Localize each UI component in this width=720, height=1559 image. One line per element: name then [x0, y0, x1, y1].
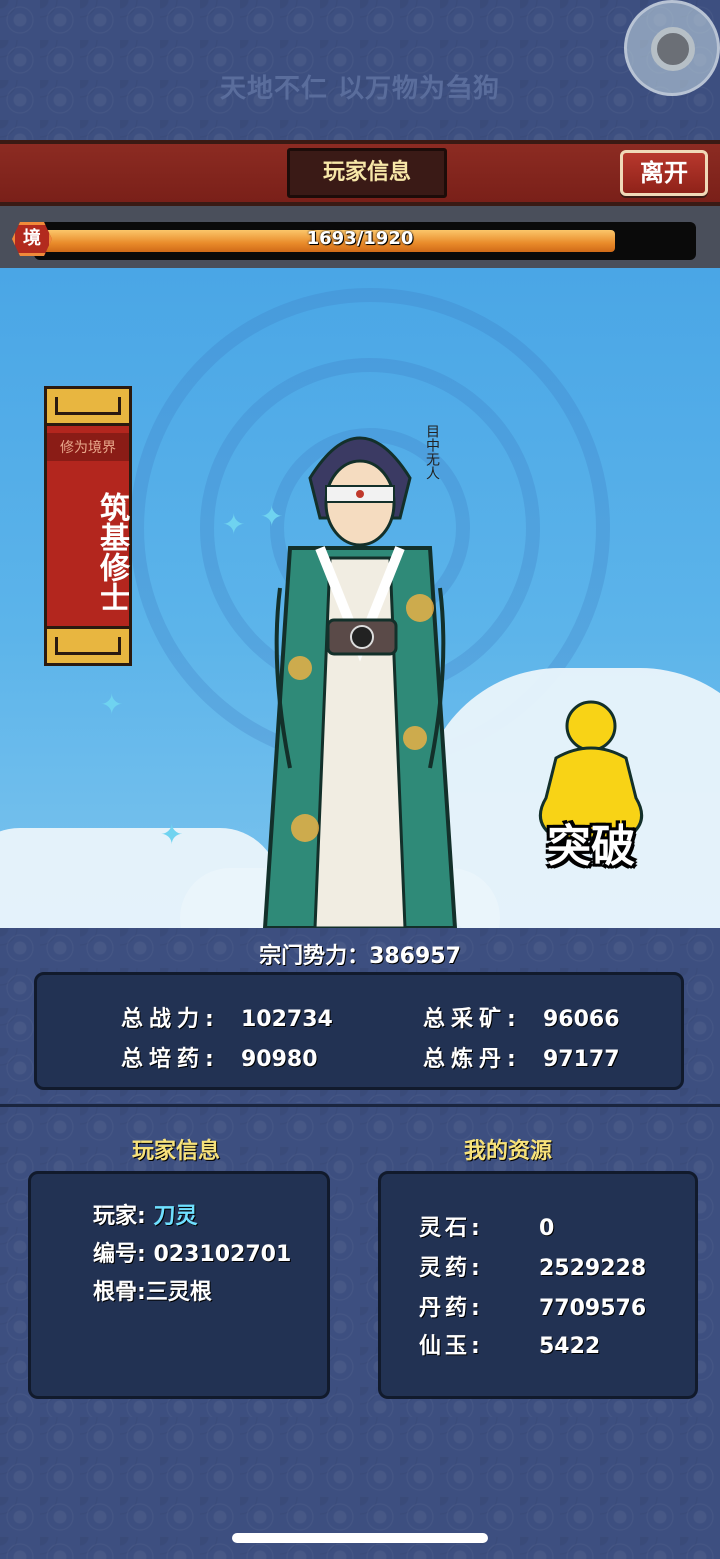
header-bar: 玩家信息 离开 [0, 140, 720, 206]
assist-circle-icon [651, 27, 695, 71]
breakthrough-label: 突破 [547, 821, 635, 872]
player-details-section: 玩家信息 我的资源 玩家: 刀灵 编号: 023102701 根骨:三灵根 灵石… [0, 1107, 720, 1417]
sect-stats-panel: 总战力: 102734 总采矿: 96066 总培药: 90980 总炼丹: 97177 [34, 972, 684, 1090]
realm-scroll-label: 修为境界 [47, 433, 129, 461]
leave-button[interactable]: 离开 [620, 150, 708, 196]
cultivation-progress: 境 1693/1920 [0, 206, 720, 268]
stat-total-herb: 总培药: 90980 [121, 1047, 318, 1072]
top-banner: 天地不仁 以万物为刍狗 [0, 0, 720, 140]
sparkle-icon: ✦ [100, 688, 124, 721]
player-info-panel: 玩家: 刀灵 编号: 023102701 根骨:三灵根 [28, 1171, 330, 1399]
player-id-row: 编号: 023102701 [93, 1242, 292, 1267]
exp-bar-text: 1693/1920 [306, 228, 414, 249]
resource-immortal-jade: 仙玉: 5422 [419, 1334, 601, 1359]
resource-spirit-herb: 灵药: 2529228 [419, 1256, 647, 1281]
resource-pill: 丹药: 7709576 [419, 1296, 647, 1321]
floating-assist-button[interactable] [624, 0, 720, 96]
my-resources-title: 我的资源 [463, 1139, 552, 1164]
breakthrough-button[interactable]: 突破 [526, 698, 656, 872]
sparkle-icon: ✦ [160, 818, 184, 851]
meander-ornament-icon [44, 386, 132, 426]
stat-total-mining: 总采矿: 96066 [423, 1007, 620, 1032]
player-name-row: 玩家: 刀灵 [93, 1204, 198, 1229]
home-indicator[interactable] [232, 1533, 488, 1543]
realm-badge-icon: 境 [12, 222, 52, 256]
realm-name: 筑基修士 [94, 492, 129, 612]
sect-power-section: 宗门势力：386957 总战力: 102734 总采矿: 96066 总培药: 909… [0, 928, 720, 1103]
character-scene: ✦ ✦ ✦ ✦ 修为境界 筑基修士 目中无人 突破 [0, 268, 720, 928]
meander-ornament-icon [44, 626, 132, 666]
stat-total-alchemy: 总炼丹: 97177 [423, 1047, 620, 1072]
player-character [262, 436, 458, 928]
character-title-tag: 目中无人 [424, 424, 440, 480]
sparkle-icon: ✦ [222, 508, 246, 541]
resource-spirit-stone: 灵石: 0 [419, 1216, 555, 1241]
motto-text: 天地不仁 以万物为刍狗 [219, 74, 501, 104]
player-info-title: 玩家信息 [131, 1139, 220, 1164]
stat-total-combat: 总战力: 102734 [121, 1007, 333, 1032]
sect-power-title: 宗门势力：386957 [259, 944, 461, 969]
realm-scroll: 修为境界 筑基修士 [44, 386, 132, 666]
player-root-row: 根骨:三灵根 [93, 1280, 212, 1305]
page-title: 玩家信息 [287, 148, 447, 198]
resources-panel: 灵石: 0 灵药: 2529228 丹药: 7709576 仙玉: 5422 [378, 1171, 698, 1399]
